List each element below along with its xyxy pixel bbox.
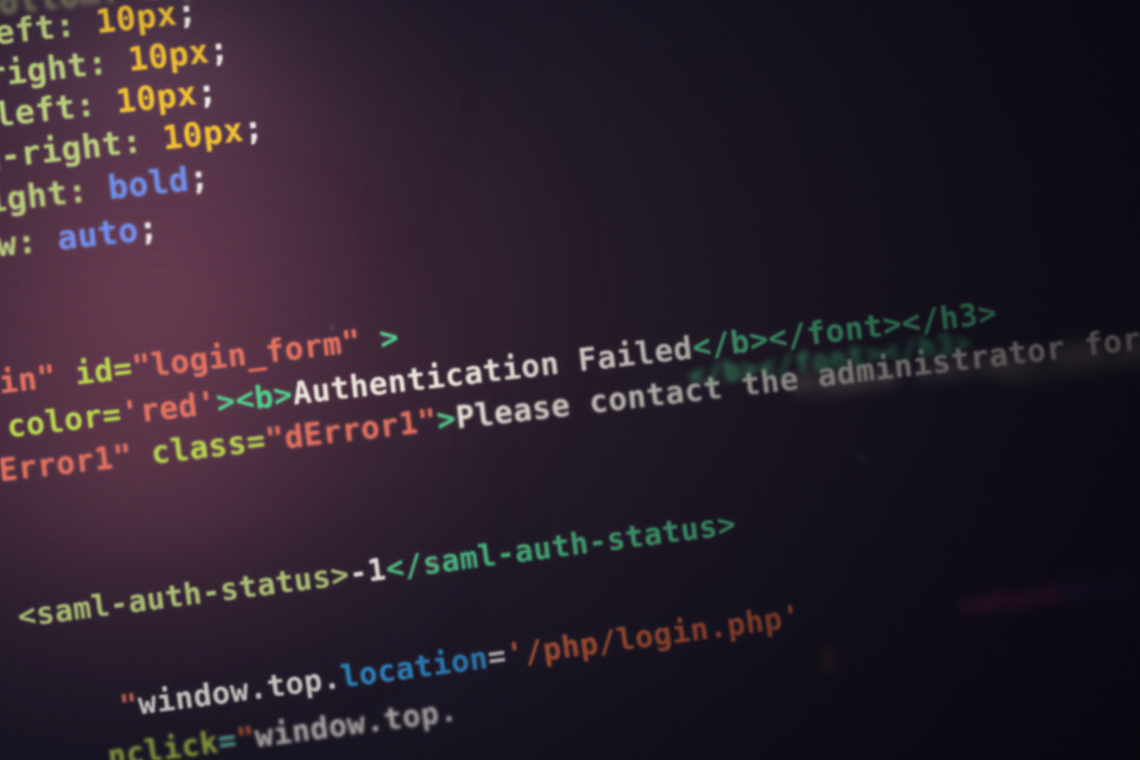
screenshot-canvas: -bottom: 10px; -left: 10px; -right: 10px… — [0, 0, 1140, 760]
monitor-surface — [0, 0, 1140, 760]
